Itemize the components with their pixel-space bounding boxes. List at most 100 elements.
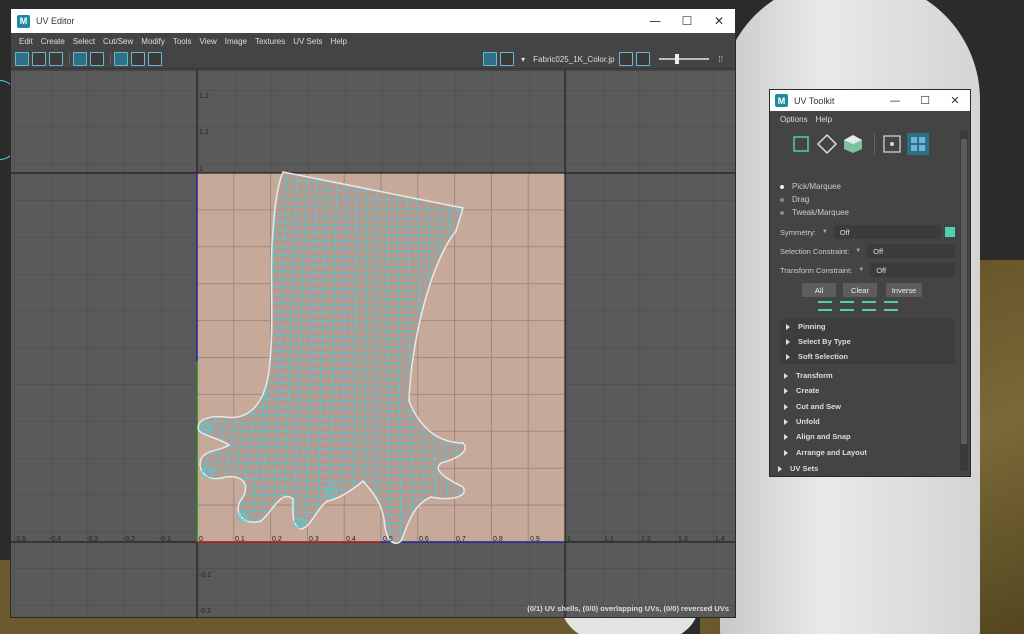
exposure-icon[interactable] bbox=[635, 52, 650, 66]
axis-label-u: 1.2 bbox=[641, 536, 651, 543]
close-button[interactable]: ✕ bbox=[703, 9, 735, 33]
uv-toolkit-window: M UV Toolkit — ☐ ✕ Options Help Pick/Mar… bbox=[769, 89, 971, 477]
shrink-selection-icon[interactable] bbox=[840, 301, 854, 311]
section-unfold[interactable]: Unfold bbox=[778, 414, 955, 429]
uv-editor-window: M UV Editor — ☐ ✕ Edit Create Select Cut… bbox=[10, 8, 736, 618]
section-label: Arrange and Layout bbox=[796, 448, 867, 457]
axis-label-u: -0.3 bbox=[86, 536, 99, 543]
grid-view-icon[interactable] bbox=[15, 51, 29, 66]
mode-drag[interactable]: Drag bbox=[780, 195, 809, 204]
texture-gear-icon[interactable] bbox=[618, 52, 633, 66]
axis-label-u: -0.1 bbox=[159, 536, 172, 543]
close-button[interactable]: ✕ bbox=[940, 90, 970, 111]
symmetry-row: Symmetry: ▼ Off bbox=[780, 225, 955, 239]
select-uv-shell-grid-icon[interactable] bbox=[907, 133, 929, 155]
uv-toolkit-title: UV Toolkit bbox=[794, 95, 835, 106]
axis-label-u: 0.7 bbox=[456, 536, 466, 543]
maximize-button[interactable]: ☐ bbox=[910, 90, 940, 111]
section-soft-selection[interactable]: Soft Selection bbox=[780, 349, 955, 364]
grow-selection-icon[interactable] bbox=[818, 301, 832, 311]
section-create[interactable]: Create bbox=[778, 383, 955, 398]
menu-select[interactable]: Select bbox=[69, 37, 99, 46]
snapshot-camera-icon[interactable] bbox=[148, 51, 162, 66]
section-label: Create bbox=[796, 386, 820, 395]
toggle-grid-icon[interactable] bbox=[114, 51, 128, 66]
menu-view[interactable]: View bbox=[196, 37, 221, 46]
axis-label-u: 0.1 bbox=[235, 536, 245, 543]
uv-editor-titlebar[interactable]: M UV Editor — ☐ ✕ bbox=[11, 9, 735, 33]
select-border-icon[interactable] bbox=[862, 301, 876, 311]
checker-icon[interactable] bbox=[500, 52, 515, 66]
select-shortest-path-icon[interactable] bbox=[884, 301, 898, 311]
selection-constraint-dropdown[interactable]: Off bbox=[867, 244, 955, 258]
section-label: Pinning bbox=[798, 322, 826, 331]
exposure-slider[interactable] bbox=[658, 54, 709, 64]
symmetry-dropdown[interactable]: Off bbox=[833, 225, 941, 239]
clear-selection-button[interactable]: Clear bbox=[843, 283, 877, 297]
section-align-and-snap[interactable]: Align and Snap bbox=[778, 429, 955, 444]
symmetry-settings-icon[interactable] bbox=[945, 227, 955, 237]
slider-knob[interactable] bbox=[674, 54, 679, 64]
menu-tools[interactable]: Tools bbox=[169, 37, 196, 46]
transform-constraint-dropdown[interactable]: Off bbox=[870, 263, 955, 277]
toolbar-divider bbox=[110, 52, 111, 65]
minimize-button[interactable]: — bbox=[880, 90, 910, 111]
image-range-icon[interactable] bbox=[49, 51, 63, 66]
select-uv-icon[interactable] bbox=[881, 133, 903, 155]
mode-pick-marquee[interactable]: Pick/Marquee bbox=[780, 182, 841, 191]
snap-icon[interactable] bbox=[131, 51, 145, 66]
toolbar-divider bbox=[69, 52, 70, 65]
minimize-button[interactable]: — bbox=[639, 9, 671, 33]
menu-textures[interactable]: Textures bbox=[251, 37, 289, 46]
menu-edit[interactable]: Edit bbox=[15, 37, 37, 46]
bar-chart-icon[interactable] bbox=[32, 51, 46, 66]
select-edge-icon[interactable] bbox=[816, 133, 838, 155]
menu-options[interactable]: Options bbox=[776, 115, 812, 124]
axis-label-u: 0.5 bbox=[383, 536, 393, 543]
uv-toolkit-scrollbar[interactable] bbox=[960, 131, 968, 471]
transform-constraint-row: Transform Constraint: ▼ Off bbox=[780, 263, 955, 277]
inverse-selection-button[interactable]: Inverse bbox=[886, 283, 922, 297]
section-transform[interactable]: Transform bbox=[778, 368, 955, 383]
axis-label-u: -0.5 bbox=[14, 536, 27, 543]
expand-triangle-icon bbox=[778, 465, 782, 472]
symmetry-label: Symmetry: bbox=[780, 227, 816, 237]
menu-help[interactable]: Help bbox=[327, 37, 351, 46]
uv-canvas[interactable]: 1.2 1.1 1 -0.5 -0.4 -0.3 -0.2 -0.1 0 0.1… bbox=[11, 71, 735, 617]
menu-create[interactable]: Create bbox=[37, 37, 69, 46]
scrollbar-thumb[interactable] bbox=[961, 139, 967, 444]
mode-label: Pick/Marquee bbox=[792, 182, 841, 191]
uv-editor-toolbar: ▾ Fabric025_1K_Color.jp ⁞⁞ bbox=[11, 49, 735, 69]
dim-image-icon[interactable] bbox=[90, 51, 104, 66]
select-face-icon[interactable] bbox=[842, 133, 864, 155]
menu-modify[interactable]: Modify bbox=[137, 37, 169, 46]
select-uv-shell-icon[interactable] bbox=[790, 133, 812, 155]
menu-cut-sew[interactable]: Cut/Sew bbox=[99, 37, 137, 46]
menu-help[interactable]: Help bbox=[812, 115, 836, 124]
section-pinning[interactable]: Pinning bbox=[780, 319, 955, 334]
display-mode-icon[interactable] bbox=[73, 51, 87, 66]
section-label: Unfold bbox=[796, 417, 820, 426]
section-select-by-type[interactable]: Select By Type bbox=[780, 334, 955, 349]
maximize-button[interactable]: ☐ bbox=[671, 9, 703, 33]
mode-tweak-marquee[interactable]: Tweak/Marquee bbox=[780, 208, 849, 217]
maya-app-icon: M bbox=[775, 94, 788, 107]
maya-app-icon: M bbox=[17, 14, 30, 28]
axis-label-u: -0.2 bbox=[123, 536, 136, 543]
show-image-icon[interactable] bbox=[483, 52, 498, 66]
section-uv-sets[interactable]: UV Sets bbox=[772, 461, 949, 476]
section-arrange-and-layout[interactable]: Arrange and Layout bbox=[778, 445, 955, 460]
texture-name[interactable]: Fabric025_1K_Color.jp bbox=[533, 55, 614, 64]
expand-triangle-icon bbox=[784, 433, 788, 440]
menu-uv-sets[interactable]: UV Sets bbox=[289, 37, 326, 46]
uv-toolkit-titlebar[interactable]: M UV Toolkit — ☐ ✕ bbox=[770, 90, 970, 111]
more-options-icon[interactable]: ⁞⁞ bbox=[719, 55, 723, 64]
texture-dropdown-arrow[interactable]: ▾ bbox=[521, 55, 525, 64]
select-all-button[interactable]: All bbox=[802, 283, 836, 297]
section-label: Soft Selection bbox=[798, 352, 849, 361]
menu-image[interactable]: Image bbox=[221, 37, 251, 46]
expand-triangle-icon bbox=[784, 372, 788, 379]
mode-label: Drag bbox=[792, 195, 810, 204]
section-cut-and-sew[interactable]: Cut and Sew bbox=[778, 399, 955, 414]
expand-triangle-icon bbox=[784, 418, 788, 425]
